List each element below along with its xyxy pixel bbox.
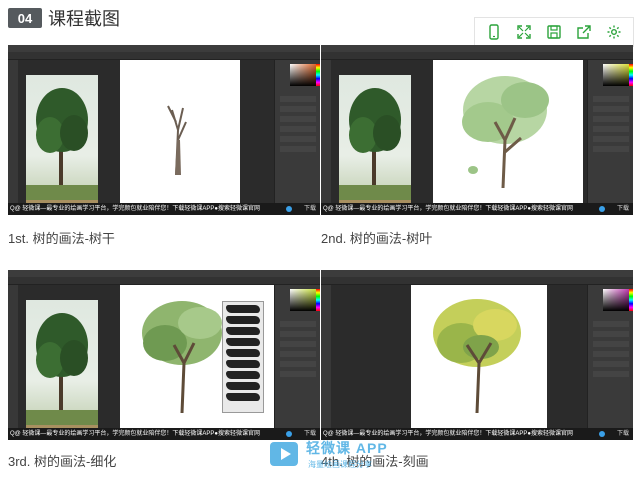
tool-strip	[8, 60, 18, 203]
watermark-subtitle: 海量绘画课程分享	[308, 460, 372, 469]
color-picker[interactable]	[603, 64, 629, 86]
brush-presets-panel[interactable]	[222, 301, 264, 413]
right-panel	[587, 60, 633, 203]
layers-panel[interactable]	[593, 321, 629, 381]
screenshot-tile-2[interactable]: Q@ 轻微课—最专业的绘画学习平台，学完颜包就业陪伴您！下载轻微课APP●搜索轻…	[321, 45, 633, 215]
section-title: 课程截图	[48, 9, 120, 29]
drawing-canvas[interactable]	[411, 285, 547, 428]
settings-icon[interactable]	[604, 22, 624, 42]
drawing-canvas[interactable]	[433, 60, 583, 203]
menu-bar	[321, 270, 633, 277]
layers-panel[interactable]	[280, 96, 316, 156]
layers-panel[interactable]	[280, 321, 316, 381]
right-panel	[274, 285, 320, 428]
tool-strip	[321, 60, 331, 203]
section-number-badge: 04	[8, 8, 42, 28]
options-bar	[321, 277, 633, 285]
footer-right-label: 下载	[616, 206, 629, 212]
watermark-title: 轻微课 APP	[306, 440, 388, 456]
hue-slider[interactable]	[629, 64, 633, 86]
save-icon[interactable]	[544, 22, 564, 42]
reference-photo	[26, 75, 98, 210]
options-bar	[321, 52, 633, 60]
screenshot-tile-4[interactable]: Q@ 轻微课—最专业的绘画学习平台，学完颜包就业陪伴您！下载轻微课APP●搜索轻…	[321, 270, 633, 440]
color-picker[interactable]	[603, 289, 629, 311]
phone-icon[interactable]	[484, 22, 504, 42]
share-icon[interactable]	[574, 22, 594, 42]
color-picker[interactable]	[290, 289, 316, 311]
section-header: 04 课程截图	[8, 7, 120, 29]
cursor-dot-icon	[599, 206, 605, 212]
tile-caption-3: 3rd. 树的画法-细化	[8, 454, 117, 469]
cursor-dot-icon	[599, 431, 605, 437]
cursor-dot-icon	[286, 431, 292, 437]
color-picker[interactable]	[290, 64, 316, 86]
screenshot-tile-3[interactable]: Q@ 轻微课—最专业的绘画学习平台，学完颜包就业陪伴您！下载轻微课APP●搜索轻…	[8, 270, 320, 440]
right-panel	[274, 60, 320, 203]
menu-bar	[8, 45, 320, 52]
menu-bar	[321, 45, 633, 52]
layers-panel[interactable]	[593, 96, 629, 156]
menu-bar	[8, 270, 320, 277]
reference-photo	[26, 300, 98, 435]
promo-footer: Q@ 轻微课—最专业的绘画学习平台，学完颜包就业陪伴您！下载轻微课APP●搜索轻…	[8, 203, 320, 215]
options-bar	[8, 277, 320, 285]
options-bar	[8, 52, 320, 60]
tool-strip	[8, 285, 18, 428]
fullscreen-icon[interactable]	[514, 22, 534, 42]
hue-slider[interactable]	[316, 64, 320, 86]
tool-strip	[321, 285, 331, 428]
footer-right-label: 下载	[303, 206, 316, 212]
cursor-dot-icon	[286, 206, 292, 212]
drawing-canvas[interactable]	[120, 285, 285, 428]
promo-footer: Q@ 轻微课—最专业的绘画学习平台，学完颜包就业陪伴您！下载轻微课APP●搜索轻…	[321, 203, 633, 215]
tile-caption-1: 1st. 树的画法-树干	[8, 231, 115, 246]
right-panel	[587, 285, 633, 428]
watermark: 轻微课 APP 海量绘画课程分享	[268, 438, 398, 476]
drawing-canvas[interactable]	[120, 60, 240, 203]
reference-photo	[339, 75, 411, 210]
hue-slider[interactable]	[629, 289, 633, 311]
logo-icon	[270, 442, 298, 466]
footer-right-label: 下载	[616, 431, 629, 437]
hue-slider[interactable]	[316, 289, 320, 311]
tile-caption-2: 2nd. 树的画法-树叶	[321, 231, 433, 246]
image-toolbar	[474, 17, 634, 47]
screenshot-tile-1[interactable]: Q@ 轻微课—最专业的绘画学习平台，学完颜包就业陪伴您！下载轻微课APP●搜索轻…	[8, 45, 320, 215]
